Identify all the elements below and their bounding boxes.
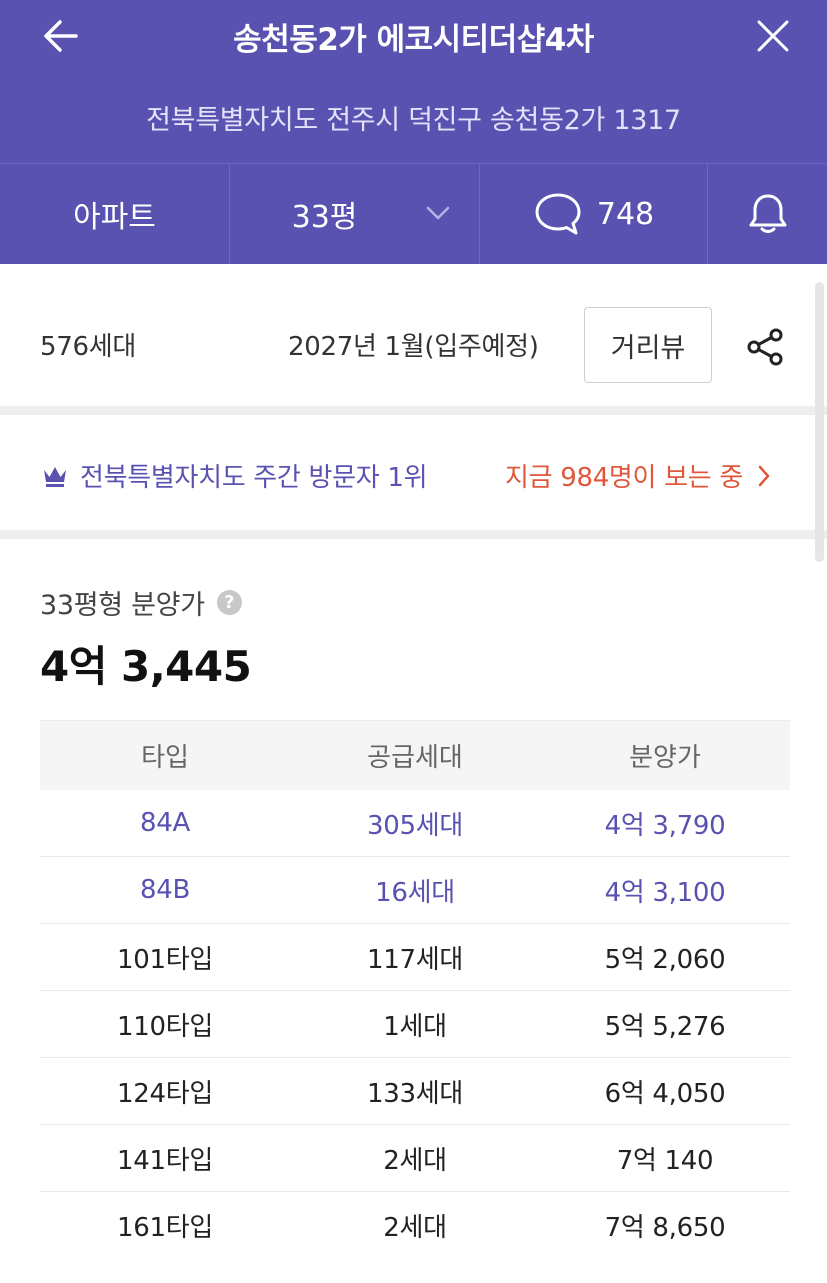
- price-table: 타입 공급세대 분양가 84A 305세대 4억 3,790 84B 16세대 …: [40, 720, 790, 1259]
- cell-price: 4억 3,100: [604, 877, 726, 908]
- bell-icon: [749, 194, 786, 233]
- cell-type: 161타입: [117, 1213, 213, 1243]
- cell-type: 84B: [139, 875, 191, 905]
- comment-count: 748: [596, 196, 655, 232]
- visitor-rank-banner[interactable]: 전북특별자치도 주간 방문자 1위 지금 984명이 보는 중: [0, 415, 827, 530]
- cell-units: 305세대: [367, 810, 463, 841]
- share-icon: [747, 328, 783, 366]
- cell-units: 2세대: [383, 1145, 447, 1176]
- table-row: 101타입 117세대 5억 2,060: [40, 924, 790, 991]
- property-type-label: 아파트: [73, 200, 156, 235]
- share-button[interactable]: [740, 322, 790, 372]
- address: 전북특별자치도 전주시 덕진구 송천동2가 1317: [146, 105, 681, 136]
- price-value: 4억 3,445: [40, 642, 252, 691]
- close-button[interactable]: [745, 12, 801, 60]
- back-button[interactable]: [32, 12, 88, 60]
- cell-units: 16세대: [375, 877, 455, 908]
- rank-text: 전북특별자치도 주간 방문자 1위: [80, 463, 428, 493]
- rank-info: 전북특별자치도 주간 방문자 1위: [42, 457, 428, 494]
- title-bar: 송천동2가 에코시티더샵4차: [0, 0, 827, 75]
- cell-units: 133세대: [367, 1078, 463, 1109]
- close-icon: [757, 20, 789, 52]
- table-row: 84A 305세대 4억 3,790: [40, 790, 790, 857]
- size-label: 33평: [291, 200, 358, 235]
- section-divider: [0, 530, 827, 539]
- table-row: 161타입 2세대 7억 8,650: [40, 1192, 790, 1259]
- cell-type: 124타입: [117, 1078, 213, 1109]
- cell-type: 101타입: [117, 944, 213, 975]
- price-label: 33평형 분양가: [40, 590, 205, 621]
- household-count: 576세대: [40, 332, 136, 362]
- column-header-units: 공급세대: [367, 743, 463, 773]
- scrollbar[interactable]: [815, 282, 824, 562]
- cell-type: 84A: [140, 808, 190, 838]
- size-select[interactable]: 33평: [230, 164, 479, 264]
- chevron-right-icon: [758, 465, 770, 486]
- cell-price: 5억 2,060: [604, 944, 726, 975]
- arrow-left-icon: [44, 20, 78, 52]
- price-label-row: 33평형 분양가 ?: [40, 583, 242, 622]
- cell-price: 6억 4,050: [604, 1078, 726, 1109]
- cell-price: 7억 8,650: [604, 1213, 726, 1243]
- property-type-tab[interactable]: 아파트: [0, 164, 229, 264]
- section-divider: [0, 406, 827, 415]
- cell-type: 141타입: [117, 1145, 213, 1176]
- cell-units: 117세대: [367, 944, 463, 975]
- summary-row: 576세대 2027년 1월(입주예정) 거리뷰: [0, 264, 827, 406]
- notification-button[interactable]: [708, 164, 827, 264]
- table-row: 110타입 1세대 5억 5,276: [40, 991, 790, 1058]
- page-title: 송천동2가 에코시티더샵4차: [233, 22, 594, 58]
- street-view-button[interactable]: 거리뷰: [584, 307, 712, 383]
- cell-type: 110타입: [117, 1011, 213, 1042]
- move-in-date: 2027년 1월(입주예정): [288, 332, 539, 362]
- cell-units: 1세대: [383, 1011, 447, 1042]
- help-icon[interactable]: ?: [216, 590, 242, 615]
- crown-icon: [44, 466, 66, 487]
- chevron-down-icon: [426, 206, 450, 220]
- table-row: 124타입 133세대 6억 4,050: [40, 1058, 790, 1125]
- header: 송천동2가 에코시티더샵4차 전북특별자치도 전주시 덕진구 송천동2가 131…: [0, 0, 827, 264]
- cell-price: 4억 3,790: [604, 810, 726, 841]
- cell-price: 5억 5,276: [604, 1011, 726, 1042]
- column-header-type: 타입: [141, 743, 189, 773]
- cell-price: 7억 140: [616, 1145, 714, 1176]
- column-header-price: 분양가: [629, 743, 701, 773]
- table-row: 84B 16세대 4억 3,100: [40, 857, 790, 924]
- viewers-text: 지금 984명이 보는 중: [505, 463, 743, 493]
- tab-bar: 아파트 33평 748: [0, 163, 827, 264]
- table-row: 141타입 2세대 7억 140: [40, 1125, 790, 1192]
- speech-bubble-icon: [535, 193, 581, 235]
- cell-units: 2세대: [383, 1213, 447, 1243]
- comments-button[interactable]: 748: [480, 164, 707, 264]
- live-viewers: 지금 984명이 보는 중: [505, 457, 771, 494]
- table-header: 타입 공급세대 분양가: [40, 720, 790, 790]
